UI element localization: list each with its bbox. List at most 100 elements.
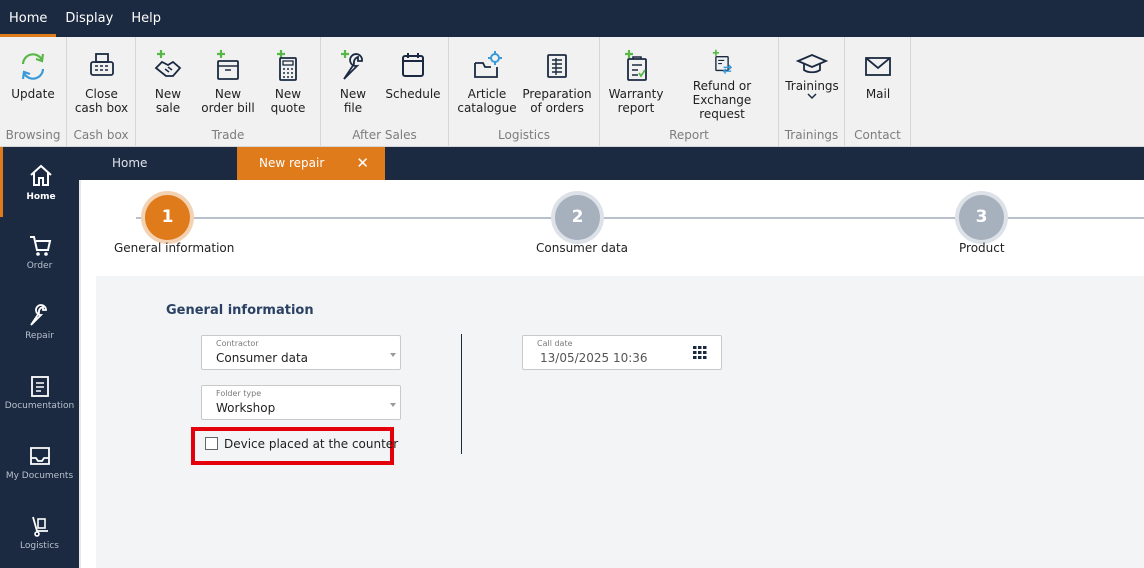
group-label-browsing: Browsing [5, 128, 61, 142]
device-counter-checkbox[interactable] [205, 437, 218, 450]
article-catalogue-label: Article catalogue [457, 87, 517, 115]
new-sale-label: New sale [154, 87, 182, 115]
update-button[interactable]: Update [10, 49, 56, 121]
hand-truck-icon [31, 516, 48, 537]
inbox-icon [29, 447, 50, 465]
menu-home[interactable]: Home [0, 0, 57, 37]
new-box-icon [217, 50, 239, 80]
preparation-of-orders-label: Preparation of orders [522, 87, 592, 115]
clipboard-check-icon [625, 50, 647, 81]
step-1-circle[interactable]: 1 [145, 195, 190, 240]
sidebar-label-order: Order [26, 261, 53, 271]
main-content: 1 General information 2 Consumer data 3 … [79, 180, 1144, 568]
sidebar-label-documentation: Documentation [4, 401, 75, 411]
sidebar-label-my-documents: My Documents [5, 471, 74, 481]
folder-type-value: Workshop [216, 401, 276, 415]
sidebar-label-logistics: Logistics [20, 541, 59, 551]
wrench-icon [29, 304, 47, 326]
cart-icon [29, 236, 51, 256]
tab-new-repair-label: New repair [259, 156, 325, 170]
group-cash-box: Close cash box Cash box [67, 37, 136, 147]
new-sale-button[interactable]: New sale [147, 49, 189, 121]
close-icon[interactable]: ✕ [356, 147, 369, 180]
menu-help[interactable]: Help [122, 0, 170, 37]
warranty-report-label: Warranty report [608, 87, 664, 115]
group-after-sales: New file Schedule After Sales [321, 37, 449, 147]
sidebar-label-repair: Repair [25, 331, 54, 341]
step-1-label: General information [114, 241, 235, 255]
mail-button[interactable]: Mail [856, 49, 900, 121]
folder-type-label: Folder type [216, 389, 262, 398]
article-catalogue-button[interactable]: Article catalogue [457, 49, 517, 121]
group-trainings: Trainings Trainings [779, 37, 845, 147]
calendar-icon [402, 53, 424, 77]
device-counter-label[interactable]: Device placed at the counter [224, 437, 398, 451]
group-label-after-sales: After Sales [352, 128, 417, 142]
section-title: General information [166, 303, 314, 318]
group-label-contact: Contact [854, 128, 901, 142]
group-label-trainings: Trainings [784, 128, 839, 142]
close-cash-box-label: Close cash box [74, 87, 129, 115]
wrench-plus-icon [341, 50, 363, 80]
call-date-value: 13/05/2025 10:36 [540, 351, 648, 365]
list-document-icon [547, 54, 567, 78]
warranty-report-button[interactable]: Warranty report [608, 49, 664, 121]
tab-bar: Home New repair ✕ [79, 147, 1144, 180]
step-2-circle[interactable]: 2 [555, 195, 600, 240]
group-label-cash-box: Cash box [73, 128, 129, 142]
refund-exchange-button[interactable]: Refund or Exchange request [672, 49, 772, 121]
chevron-down-icon [807, 93, 817, 100]
document-icon [30, 376, 49, 397]
step-3-circle[interactable]: 3 [959, 195, 1004, 240]
new-quote-button[interactable]: New quote [267, 49, 309, 121]
sidebar-label-home: Home [26, 192, 56, 202]
preparation-of-orders-button[interactable]: Preparation of orders [522, 49, 592, 121]
tab-home[interactable]: Home [112, 147, 147, 180]
update-label: Update [11, 87, 55, 101]
refund-exchange-label: Refund or Exchange request [692, 79, 752, 121]
group-label-report: Report [669, 128, 709, 142]
general-information-form: General information Contractor Consumer … [96, 276, 1144, 568]
sidebar-item-repair[interactable]: Repair [0, 287, 79, 357]
sidebar-item-order[interactable]: Order [0, 217, 79, 287]
sidebar-item-my-documents[interactable]: My Documents [0, 427, 79, 497]
close-cash-box-button[interactable]: Close cash box [74, 49, 129, 121]
new-file-label: New file [339, 87, 367, 115]
group-browsing: Update Browsing [0, 37, 67, 147]
exchange-document-icon [712, 49, 733, 74]
mail-label: Mail [865, 87, 891, 101]
trainings-button[interactable]: Trainings [783, 49, 841, 121]
new-quote-label: New quote [270, 87, 306, 115]
menu-bar: Home Display Help [0, 0, 1144, 37]
contractor-select[interactable]: Contractor Consumer data [201, 335, 401, 370]
group-label-trade: Trade [211, 128, 245, 142]
sidebar-item-home[interactable]: Home [0, 147, 79, 217]
folder-type-select[interactable]: Folder type Workshop [201, 385, 401, 420]
group-contact: Mail Contact [845, 37, 911, 147]
sidebar: Home Order Repair Documentation My Docum… [0, 147, 79, 568]
trainings-label: Trainings [785, 79, 839, 93]
calendar-grid-icon[interactable] [693, 346, 707, 359]
schedule-label: Schedule [385, 87, 441, 101]
call-date-label: Call date [537, 339, 573, 348]
handshake-icon [154, 50, 182, 77]
call-date-field[interactable]: Call date 13/05/2025 10:36 [522, 335, 722, 370]
cash-register-icon [89, 53, 114, 76]
new-order-bill-button[interactable]: New order bill [199, 49, 257, 121]
new-file-button[interactable]: New file [332, 49, 374, 121]
contractor-label: Contractor [216, 339, 259, 348]
home-icon [30, 164, 52, 186]
sidebar-item-logistics[interactable]: Logistics [0, 497, 79, 567]
menu-display[interactable]: Display [56, 0, 122, 37]
dropdown-caret-icon [390, 403, 396, 407]
step-2-label: Consumer data [536, 241, 629, 255]
calculator-icon [277, 50, 297, 81]
tab-new-repair[interactable]: New repair ✕ [237, 147, 385, 180]
catalogue-gear-icon [474, 51, 502, 78]
schedule-button[interactable]: Schedule [384, 49, 442, 121]
sidebar-item-documentation[interactable]: Documentation [0, 357, 79, 427]
form-divider [461, 334, 462, 454]
device-counter-highlight: Device placed at the counter [191, 427, 398, 465]
step-3-label: Product [959, 241, 1005, 255]
ribbon: Update Browsing Close cash box Cash box … [0, 37, 1144, 147]
